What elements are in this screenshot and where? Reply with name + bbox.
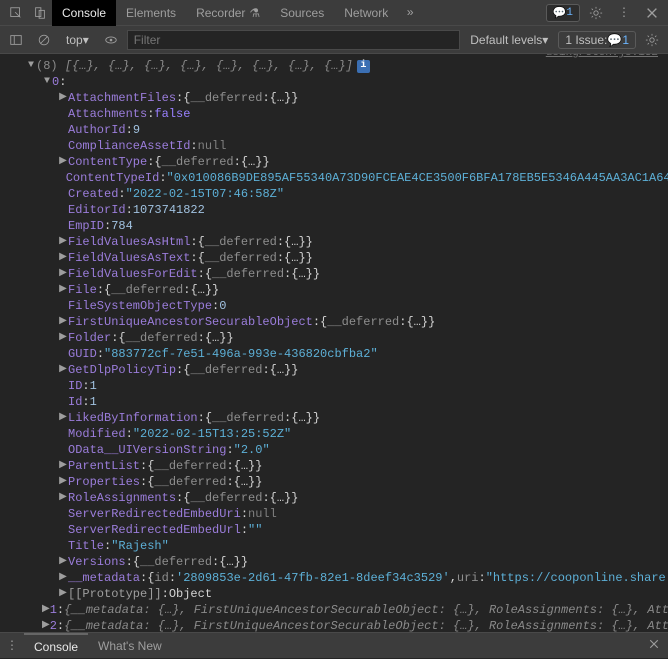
object-property[interactable]: Properties: {__deferred: {…}} xyxy=(2,474,666,490)
beta-icon: ⚗ xyxy=(249,6,260,20)
expand-arrow[interactable] xyxy=(58,458,68,474)
expand-arrow[interactable] xyxy=(58,570,68,586)
expand-arrow[interactable] xyxy=(42,74,52,90)
sidebar-toggle-icon[interactable] xyxy=(4,28,28,52)
messages-badge[interactable]: 💬 1 xyxy=(546,4,580,22)
object-property[interactable]: Created: "2022-02-15T07:46:58Z" xyxy=(2,186,666,202)
expand-arrow[interactable] xyxy=(58,266,68,282)
prototype-row[interactable]: [[Prototype]]: Object xyxy=(2,586,666,602)
expand-arrow[interactable] xyxy=(58,330,68,346)
array-index-0[interactable]: 0: xyxy=(2,74,666,90)
levels-dropdown[interactable]: Default levels ▾ xyxy=(464,31,554,49)
expand-arrow[interactable] xyxy=(42,618,50,632)
clear-console-icon[interactable] xyxy=(32,28,56,52)
object-property[interactable]: ContentTypeId: "0x010086B9DE895AF55340A7… xyxy=(2,170,666,186)
expand-arrow[interactable] xyxy=(58,490,68,506)
array-index[interactable]: 1: {__metadata: {…}, FirstUniqueAncestor… xyxy=(2,602,666,618)
close-icon[interactable] xyxy=(640,1,664,25)
panel-tabs: Console Elements Recorder⚗ Sources Netwo… xyxy=(52,0,546,26)
tab-network[interactable]: Network xyxy=(334,0,398,26)
object-property[interactable]: Folder: {__deferred: {…}} xyxy=(2,330,666,346)
object-property[interactable]: ParentList: {__deferred: {…}} xyxy=(2,458,666,474)
object-property[interactable]: FirstUniqueAncestorSecurableObject: {__d… xyxy=(2,314,666,330)
object-property[interactable]: EmpID: 784 xyxy=(2,218,666,234)
drawer-close-icon[interactable] xyxy=(640,638,668,654)
expand-arrow[interactable] xyxy=(58,250,68,266)
tabs-overflow-icon[interactable]: » xyxy=(398,1,422,25)
console-output: usingFetch.js:132 (8) [{…}, {…}, {…}, {…… xyxy=(0,54,668,632)
toolbar-right: 💬 1 ⋮ xyxy=(546,1,664,25)
tab-recorder[interactable]: Recorder⚗ xyxy=(186,0,270,26)
source-link[interactable]: usingFetch.js:132 xyxy=(546,54,658,61)
array-header[interactable]: (8) [{…}, {…}, {…}, {…}, {…}, {…}, {…}, … xyxy=(2,58,546,74)
device-icon[interactable] xyxy=(28,1,52,25)
expand-arrow[interactable] xyxy=(58,362,68,378)
object-property[interactable]: FileSystemObjectType: 0 xyxy=(2,298,666,314)
context-dropdown[interactable]: top ▾ xyxy=(60,31,95,49)
tab-sources[interactable]: Sources xyxy=(270,0,334,26)
object-property[interactable]: ID: 1 xyxy=(2,378,666,394)
inspect-icon[interactable] xyxy=(4,1,28,25)
object-property[interactable]: ComplianceAssetId: null xyxy=(2,138,666,154)
live-expression-icon[interactable] xyxy=(99,28,123,52)
object-property[interactable]: ContentType: {__deferred: {…}} xyxy=(2,154,666,170)
console-settings-icon[interactable] xyxy=(640,28,664,52)
devtools-toolbar: Console Elements Recorder⚗ Sources Netwo… xyxy=(0,0,668,26)
info-icon[interactable]: i xyxy=(357,60,370,73)
drawer-tab-whatsnew[interactable]: What's New xyxy=(88,633,172,659)
expand-arrow[interactable] xyxy=(26,58,36,74)
object-property[interactable]: Id: 1 xyxy=(2,394,666,410)
object-property[interactable]: ServerRedirectedEmbedUri: null xyxy=(2,506,666,522)
drawer-tabs: ⋮ Console What's New xyxy=(0,632,668,658)
expand-arrow[interactable] xyxy=(42,602,50,618)
expand-arrow[interactable] xyxy=(58,314,68,330)
object-property[interactable]: LikedByInformation: {__deferred: {…}} xyxy=(2,410,666,426)
object-property[interactable]: GUID: "883772cf-7e51-496a-993e-436820cbf… xyxy=(2,346,666,362)
object-property[interactable]: RoleAssignments: {__deferred: {…}} xyxy=(2,490,666,506)
expand-arrow[interactable] xyxy=(58,554,68,570)
expand-arrow[interactable] xyxy=(58,410,68,426)
kebab-icon[interactable]: ⋮ xyxy=(612,1,636,25)
drawer-tab-console[interactable]: Console xyxy=(24,633,88,659)
kebab-icon[interactable]: ⋮ xyxy=(0,634,24,658)
prop-metadata[interactable]: __metadata: {id: '2809853e-2d61-47fb-82e… xyxy=(2,570,666,586)
gear-icon[interactable] xyxy=(584,1,608,25)
object-property[interactable]: Title: "Rajesh" xyxy=(2,538,666,554)
console-toolbar: top ▾ Default levels ▾ 1 Issue: 💬 1 xyxy=(0,26,668,54)
expand-arrow[interactable] xyxy=(58,90,68,106)
tab-elements[interactable]: Elements xyxy=(116,0,186,26)
object-property[interactable]: GetDlpPolicyTip: {__deferred: {…}} xyxy=(2,362,666,378)
object-property[interactable]: FieldValuesAsHtml: {__deferred: {…}} xyxy=(2,234,666,250)
tab-console[interactable]: Console xyxy=(52,0,116,26)
expand-arrow[interactable] xyxy=(58,586,68,602)
object-property[interactable]: Modified: "2022-02-15T13:25:52Z" xyxy=(2,426,666,442)
object-property[interactable]: AuthorId: 9 xyxy=(2,122,666,138)
expand-arrow[interactable] xyxy=(58,474,68,490)
object-property[interactable]: OData__UIVersionString: "2.0" xyxy=(2,442,666,458)
object-property[interactable]: Attachments: false xyxy=(2,106,666,122)
expand-arrow[interactable] xyxy=(58,234,68,250)
filter-input[interactable] xyxy=(127,30,461,50)
array-index[interactable]: 2: {__metadata: {…}, FirstUniqueAncestor… xyxy=(2,618,666,632)
object-property[interactable]: AttachmentFiles: {__deferred: {…}} xyxy=(2,90,666,106)
object-property[interactable]: FieldValuesAsText: {__deferred: {…}} xyxy=(2,250,666,266)
object-property[interactable]: EditorId: 1073741822 xyxy=(2,202,666,218)
expand-arrow[interactable] xyxy=(58,154,68,170)
object-property[interactable]: File: {__deferred: {…}} xyxy=(2,282,666,298)
issues-button[interactable]: 1 Issue: 💬 1 xyxy=(558,31,636,49)
object-property[interactable]: ServerRedirectedEmbedUrl: "" xyxy=(2,522,666,538)
expand-arrow[interactable] xyxy=(58,282,68,298)
object-property[interactable]: FieldValuesForEdit: {__deferred: {…}} xyxy=(2,266,666,282)
object-property[interactable]: Versions: {__deferred: {…}} xyxy=(2,554,666,570)
